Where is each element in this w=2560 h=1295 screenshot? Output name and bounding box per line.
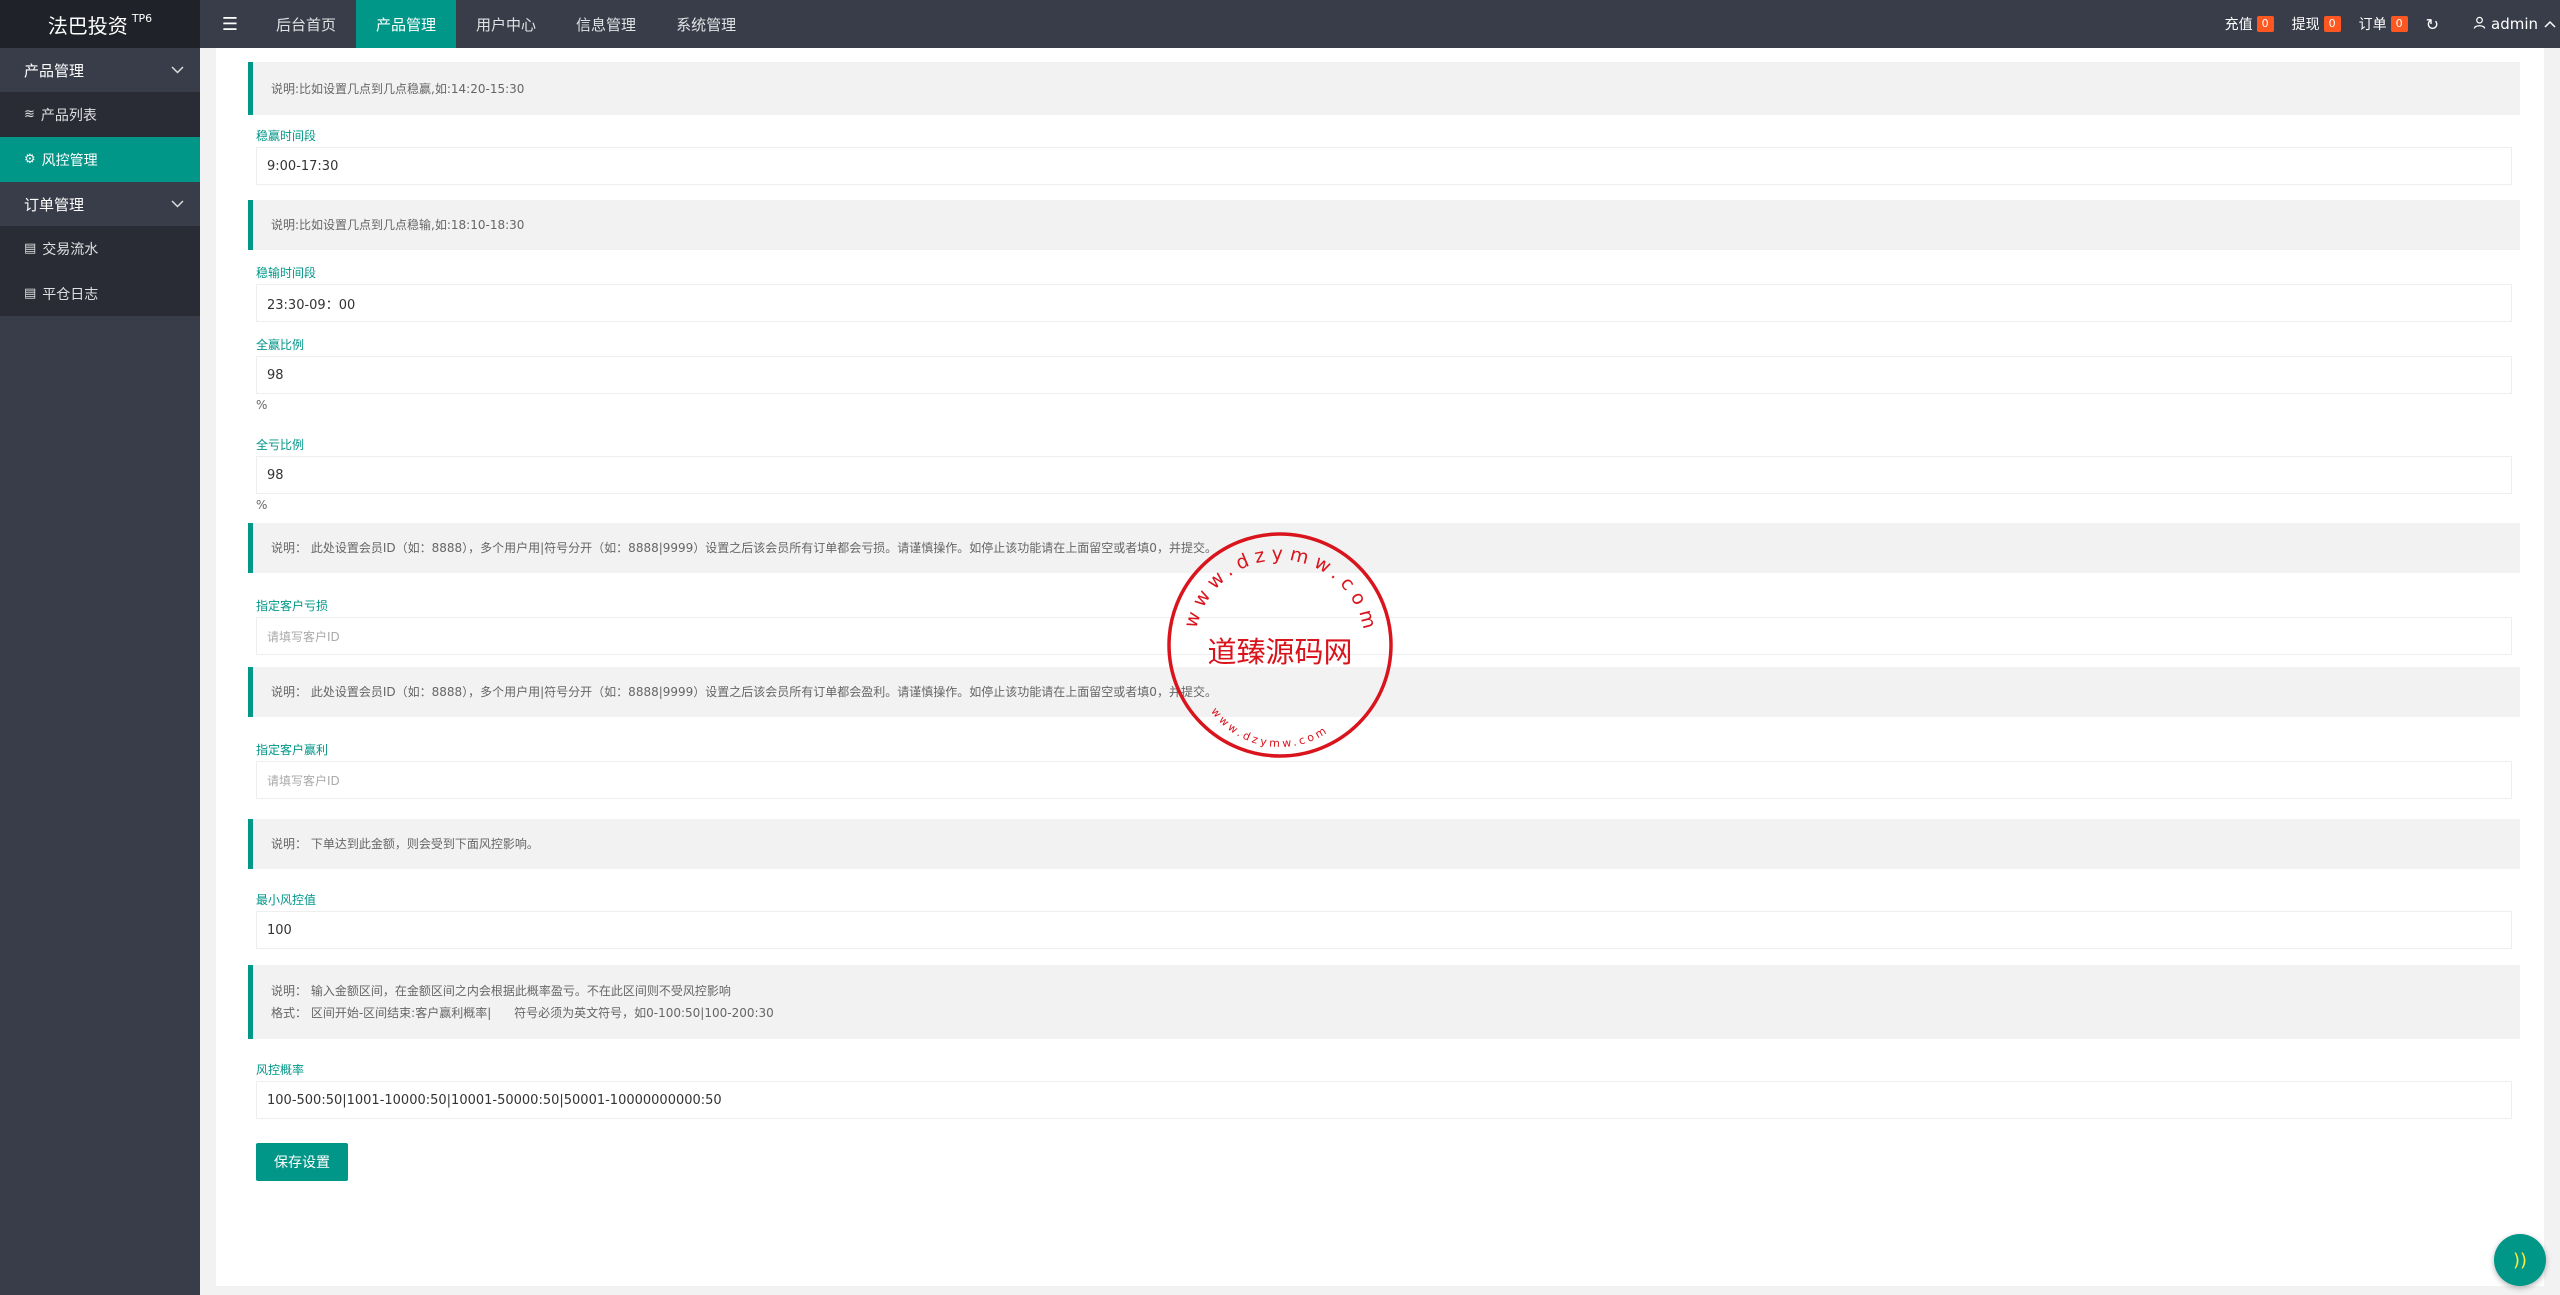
hamburger-icon[interactable]: ☰ [208,0,252,48]
note-win-time: 说明:比如设置几点到几点稳赢,如:14:20-15:30 [248,62,2520,115]
chevron-down-icon [171,197,184,212]
win-time-label: 稳赢时间段 [256,129,317,143]
sidebar-item-label: 平仓日志 [42,286,99,303]
save-button[interactable]: 保存设置 [256,1143,348,1181]
sidebar-item-label: 交易流水 [42,241,99,258]
orders-label: 订单 [2358,17,2387,33]
nav-products[interactable]: 产品管理 [356,0,457,48]
nav-home[interactable]: 后台首页 [256,0,356,48]
top-header: 法巴投资 TP6 ☰ 后台首页 产品管理 用户中心 信息管理 系统管理 充值 0 … [0,0,2560,48]
sidebar-group-label: 产品管理 [24,61,85,80]
sidebar-item-label: 风控管理 [41,152,98,169]
app-title: 法巴投资 [47,13,128,38]
withdraw-link[interactable]: 提现 0 [2292,14,2341,34]
win-time-input[interactable]: 9:00-17:30 [256,147,2512,185]
recharge-link[interactable]: 充值 0 [2225,14,2274,34]
chevron-up-icon [2544,17,2556,31]
win-ratio-input[interactable]: 98 [256,356,2512,394]
top-nav: 后台首页 产品管理 用户中心 信息管理 系统管理 [256,0,756,48]
note-text: 格式： 区间开始-区间结束:客户赢利概率| 符号必须为英文符号，如0-100:5… [271,1006,774,1020]
note-text: 说明： 输入金额区间，在金额区间之内会根据此概率盈亏。不在此区间则不受风控影响 [271,984,731,998]
app-version: TP6 [131,11,153,25]
document-icon: ▤ [24,241,37,256]
user-icon [2473,16,2486,33]
note-probability: 说明： 输入金额区间，在金额区间之内会根据此概率盈亏。不在此区间则不受风控影响 … [248,965,2520,1039]
sidebar-item-close-log[interactable]: ▤ 平仓日志 [0,271,200,316]
note-loss-time: 说明:比如设置几点到几点稳输,如:18:10-18:30 [248,200,2520,250]
withdraw-badge: 0 [2323,16,2341,32]
sidebar-item-label: 产品列表 [40,107,97,124]
win-user-input[interactable]: 请填写客户ID [256,761,2512,799]
prob-input[interactable]: 100-500:50|1001-10000:50|10001-50000:50|… [256,1081,2512,1119]
loss-ratio-input[interactable]: 98 [256,456,2512,494]
recharge-label: 充值 [2224,17,2253,33]
withdraw-label: 提现 [2291,17,2320,33]
sidebar-item-product-list[interactable]: ≋ 产品列表 [0,92,200,137]
watermark-stamp: www.dzymw.com www.dzymw.com 道臻源码网 [1165,530,1395,760]
recharge-badge: 0 [2256,16,2274,32]
document-icon: ▤ [24,286,37,301]
signal-icon: )) [2512,1249,2528,1271]
layers-icon: ≋ [24,107,35,122]
note-text: 说明:比如设置几点到几点稳输,如:18:10-18:30 [271,218,525,232]
sidebar-item-transactions[interactable]: ▤ 交易流水 [0,226,200,271]
user-menu[interactable]: admin [2473,15,2556,33]
loss-time-input[interactable]: 23:30-09：00 [256,284,2512,322]
app-logo[interactable]: 法巴投资 TP6 [0,0,200,48]
nav-system[interactable]: 系统管理 [656,0,756,48]
prob-label: 风控概率 [256,1063,305,1077]
sidebar-item-risk-control[interactable]: ⚙ 风控管理 [0,137,200,182]
min-input[interactable]: 100 [256,911,2512,949]
stamp-center-text: 道臻源码网 [1207,635,1352,669]
sidebar-group-orders[interactable]: 订单管理 [0,182,200,226]
sidebar-group-products[interactable]: 产品管理 [0,48,200,92]
chat-float-button[interactable]: )) [2494,1234,2546,1286]
loss-ratio-label: 全亏比例 [256,438,305,452]
loss-ratio-unit: % [256,498,268,512]
header-right: 充值 0 提现 0 订单 0 ↻ admin [2225,0,2560,48]
chevron-down-icon [171,63,184,78]
loss-time-label: 稳输时间段 [256,266,317,280]
note-text: 说明:比如设置几点到几点稳赢,如:14:20-15:30 [271,81,525,96]
note-min: 说明： 下单达到此金额，则会受到下面风控影响。 [248,819,2520,869]
orders-link[interactable]: 订单 0 [2359,14,2408,34]
orders-badge: 0 [2390,16,2408,32]
win-ratio-unit: % [256,398,268,412]
min-label: 最小风控值 [256,893,317,907]
note-text: 说明： 下单达到此金额，则会受到下面风控影响。 [271,837,539,851]
nav-users[interactable]: 用户中心 [456,0,556,48]
sidebar-group-label: 订单管理 [24,195,85,214]
refresh-icon[interactable]: ↻ [2426,15,2439,34]
gear-icon: ⚙ [24,152,36,167]
sidebar: 产品管理 ≋ 产品列表 ⚙ 风控管理 订单管理 ▤ 交易流水 ▤ 平仓日志 [0,48,200,1295]
user-name: admin [2491,15,2538,33]
nav-info[interactable]: 信息管理 [556,0,656,48]
win-ratio-label: 全赢比例 [256,338,305,352]
